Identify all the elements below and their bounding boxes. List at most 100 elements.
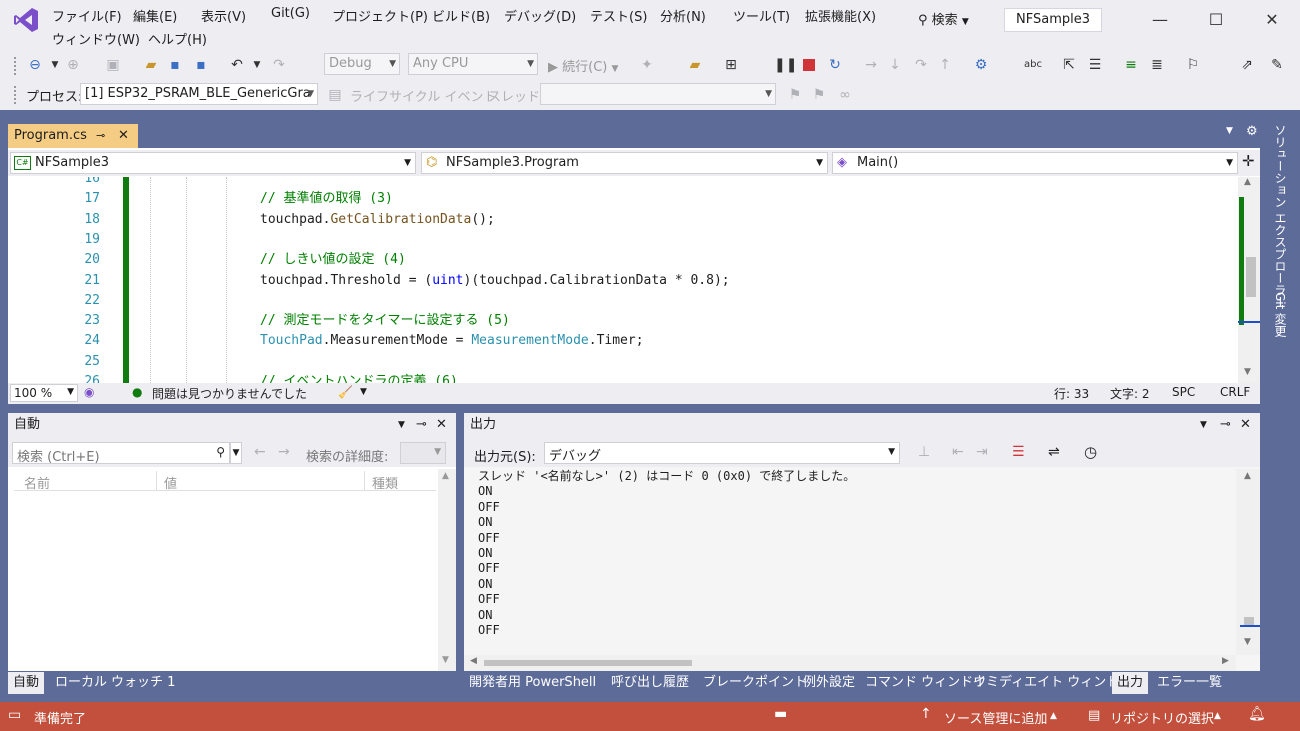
search-icon[interactable]: ⚲ (216, 445, 225, 459)
line-indicator[interactable]: 行: 33 (1054, 385, 1089, 402)
intellicode-icon[interactable]: ◉ (84, 385, 94, 399)
uncomment-icon[interactable]: ≣ (1148, 56, 1166, 74)
save-icon[interactable]: ▪ (166, 56, 184, 74)
chevron-up-icon[interactable]: ▲ (1214, 711, 1221, 721)
menu-item[interactable]: 編集(E) (133, 6, 177, 25)
toolbar-grip[interactable] (14, 57, 17, 75)
column-divider[interactable] (364, 471, 365, 491)
clear-all-icon[interactable]: ☰ (1012, 444, 1025, 460)
process-dropdown[interactable]: [1] ESP32_PSRAM_BLE_GenericGra ▼ (80, 83, 318, 105)
issues-status[interactable]: 問題は見つかりませんでした (152, 385, 307, 402)
lifecycle-events-button[interactable]: ライフサイクル イベント (350, 86, 496, 105)
menu-item[interactable]: Git(G) (271, 6, 310, 21)
comment-icon[interactable]: ≡ (1122, 56, 1140, 74)
line-ending-indicator[interactable]: CRLF (1220, 385, 1250, 399)
stop-icon[interactable] (803, 59, 815, 71)
scroll-right-icon[interactable]: ▶ (1222, 656, 1229, 666)
panel-tab[interactable]: 呼び出し履歴 (606, 672, 694, 694)
select-repository-button[interactable]: リポジトリの選択 (1110, 708, 1214, 727)
navigate-forward-icon[interactable]: ⊕ (64, 56, 82, 74)
chevron-down-icon[interactable]: ▼ (46, 56, 64, 74)
bell-icon[interactable]: 🔔︎ (1248, 706, 1266, 722)
previous-message-icon[interactable]: ⇤ (952, 444, 964, 460)
output-source-dropdown[interactable]: デバッグ ▼ (544, 442, 900, 464)
autos-search-input[interactable]: 検索 (Ctrl+E) ⚲ (12, 442, 230, 465)
open-folder-icon[interactable]: ▰ (142, 56, 160, 74)
select-element-icon[interactable]: ⇱ (1060, 56, 1078, 74)
panel-tab[interactable]: 自動 (8, 672, 45, 694)
close-icon[interactable]: ✕ (436, 413, 447, 437)
window-layout-icon[interactable]: ⊞ (722, 56, 740, 74)
tree-view-icon[interactable]: ☰ (1086, 56, 1104, 74)
platform-dropdown[interactable]: Any CPU ▼ (408, 53, 538, 75)
word-wrap-icon[interactable]: ⇌ (1048, 444, 1060, 460)
chevron-down-icon[interactable]: ▼ (230, 442, 242, 464)
hot-reload-icon[interactable]: ✦ (638, 56, 656, 74)
panel-tab[interactable]: 開発者用 PowerShell (464, 672, 601, 694)
class-nav-dropdown[interactable]: ⌬ NFSample3.Program ▼ (421, 152, 828, 174)
chevron-down-icon[interactable]: ▼ (248, 56, 266, 74)
arrow-right-icon[interactable]: → (278, 444, 290, 460)
panel-tab[interactable]: 出力 (1112, 672, 1149, 694)
code-line[interactable]: 22 (8, 291, 1238, 311)
whitespace-indicator[interactable]: SPC (1172, 385, 1195, 399)
code-line[interactable]: 19 (8, 230, 1238, 250)
pin-icon[interactable]: ⊸ (96, 124, 105, 148)
lifecycle-icon[interactable]: ▤ (326, 86, 344, 104)
maximize-button[interactable]: ☐ (1196, 6, 1236, 34)
panel-tab[interactable]: 例外設定 (798, 672, 860, 694)
project-nav-dropdown[interactable]: C# NFSample3 ▼ (10, 152, 416, 174)
editor-vertical-scrollbar[interactable]: ▲ ▼ (1238, 177, 1260, 383)
menu-item[interactable]: プロジェクト(P) (332, 6, 428, 25)
chevron-up-icon[interactable]: ▲ (1050, 711, 1057, 721)
output-horizontal-scrollbar[interactable]: ◀ ▶ (464, 655, 1236, 671)
column-header[interactable]: 値 (164, 473, 177, 492)
zoom-dropdown[interactable]: 100 % ▼ (10, 384, 78, 402)
continue-button[interactable]: ▶ 続行(C) ▼ (548, 56, 618, 75)
step-out-icon[interactable]: ↑ (936, 56, 954, 74)
find-message-icon[interactable]: ⊥ (918, 444, 930, 460)
char-indicator[interactable]: 文字: 2 (1110, 385, 1150, 402)
member-nav-dropdown[interactable]: ◈ Main() ▼ (832, 152, 1238, 174)
code-line[interactable]: 26 // イベントハンドラの定義 (6) (8, 372, 1238, 383)
scroll-down-icon[interactable]: ▼ (442, 655, 449, 665)
redo-icon[interactable]: ↷ (270, 56, 288, 74)
save-all-icon[interactable]: ▪ (192, 56, 210, 74)
scroll-up-icon[interactable]: ▲ (442, 471, 449, 481)
output-vertical-scrollbar[interactable]: ▲ ▼ (1236, 469, 1260, 655)
minimize-button[interactable]: — (1140, 6, 1180, 34)
code-line[interactable]: 18 touchpad.GetCalibrationData(); (8, 210, 1238, 230)
code-line[interactable]: 21 touchpad.Threshold = (uint)(touchpad.C… (8, 271, 1238, 291)
bookmark-icon[interactable]: ⚐ (1184, 56, 1202, 74)
document-tab[interactable]: Program.cs ⊸ ✕ (8, 124, 138, 148)
code-line[interactable]: 24 TouchPad.MeasurementMode = Measurement… (8, 331, 1238, 351)
configuration-dropdown[interactable]: Debug ▼ (324, 53, 400, 75)
chevron-down-icon[interactable]: ▼ (360, 387, 367, 397)
code-line[interactable]: 23 // 測定モードをタイマーに設定する (5) (8, 311, 1238, 331)
notification-bar-icon[interactable]: ▬ (774, 706, 787, 722)
code-line[interactable]: 25 (8, 352, 1238, 372)
menu-item[interactable]: 分析(N) (660, 6, 706, 25)
scroll-thumb[interactable] (484, 660, 692, 666)
step-over-icon[interactable]: ↷ (912, 56, 930, 74)
column-header[interactable]: 種類 (372, 473, 398, 492)
scroll-left-icon[interactable]: ◀ (470, 656, 477, 666)
close-button[interactable]: ✕ (1252, 6, 1292, 34)
scroll-thumb[interactable] (1246, 257, 1256, 297)
menu-item[interactable]: テスト(S) (590, 6, 647, 25)
navigate-back-icon[interactable]: ⊖ (26, 56, 44, 74)
restart-icon[interactable]: ↻ (826, 56, 844, 74)
show-next-statement-icon[interactable]: → (862, 56, 880, 74)
close-icon[interactable]: ✕ (118, 124, 129, 148)
pin-icon[interactable]: ⊸ (416, 413, 427, 437)
column-divider[interactable] (156, 471, 157, 491)
menu-item[interactable]: ウィンドウ(W) (52, 29, 140, 48)
scroll-up-icon[interactable]: ▲ (1244, 471, 1251, 481)
code-line[interactable]: 16 (8, 177, 1238, 189)
chevron-down-icon[interactable]: ▼ (1200, 413, 1207, 437)
next-message-icon[interactable]: ⇥ (976, 444, 988, 460)
solution-explorer-tab[interactable]: ソリューション エクスプローラー (1272, 124, 1289, 308)
close-icon[interactable]: ✕ (1240, 413, 1251, 437)
live-share-icon[interactable]: ⇗ (1238, 56, 1256, 74)
thread-dropdown[interactable]: ▼ (540, 83, 776, 105)
